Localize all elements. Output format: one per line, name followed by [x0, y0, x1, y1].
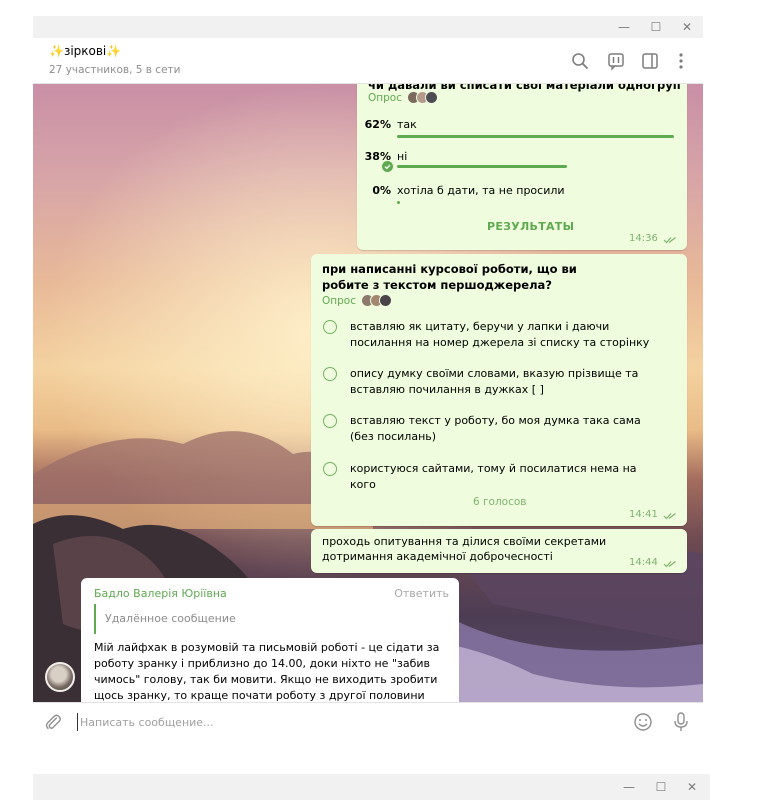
reply-button[interactable]: Ответить — [394, 587, 449, 600]
chat-header: ✨зіркові✨ 27 участников, 5 в сети — [33, 38, 703, 84]
poll-voter-avatars — [407, 91, 438, 104]
poll-option-text[interactable]: вставляю як цитату, беручи у лапки і даю… — [350, 319, 650, 351]
poll-option-text[interactable]: опису думку своїми словами, вказую прізв… — [350, 366, 650, 398]
quoted-text: Удалённое сообщение — [105, 612, 236, 625]
poll-bubble-2: при написанні курсової роботи, що ви роб… — [311, 254, 687, 526]
search-icon[interactable] — [570, 51, 590, 71]
sender-avatar[interactable] — [45, 662, 75, 692]
poll-option-radio[interactable] — [323, 367, 337, 381]
poll-option-text[interactable]: користуюся сайтами, тому й посилатися не… — [350, 461, 650, 493]
poll-voter-avatars — [361, 294, 392, 307]
chat-title[interactable]: ✨зіркові✨ — [49, 44, 121, 58]
attach-icon[interactable] — [43, 712, 63, 732]
poll-bubble-1: чи давали ви списати свої матеріали одно… — [357, 84, 687, 250]
close-button[interactable]: ✕ — [676, 16, 698, 38]
message-time: 14:44 — [629, 557, 658, 568]
poll-option-radio[interactable] — [323, 320, 337, 334]
emoji-icon[interactable] — [633, 712, 653, 732]
close-button[interactable]: ✕ — [681, 776, 703, 798]
voter-avatar — [379, 294, 392, 307]
poll-option-text: ні — [397, 150, 408, 163]
voter-avatar — [425, 91, 438, 104]
poll-question: при написанні курсової роботи, що ви роб… — [322, 262, 577, 292]
maximize-button[interactable]: ☐ — [645, 16, 667, 38]
incoming-message-bubble: Бадло Валерія Юріївна Ответить Удалённое… — [81, 578, 459, 702]
chosen-check-icon — [382, 161, 393, 172]
sender-name[interactable]: Бадло Валерія Юріївна — [94, 587, 227, 600]
chat-area: чи давали ви списати свої матеріали одно… — [33, 84, 703, 702]
message-composer — [33, 702, 703, 740]
poll-results-button[interactable]: РЕЗУЛЬТАТЫ — [487, 220, 574, 233]
minimize-button[interactable]: — — [618, 776, 640, 798]
quoted-message[interactable]: Удалённое сообщение — [94, 604, 394, 634]
poll-icon[interactable] — [606, 51, 626, 71]
poll-option-text: хотіла б дати, та не просили — [397, 184, 565, 197]
poll-option-bar — [397, 135, 674, 138]
message-time: 14:36 — [629, 233, 658, 244]
poll-option-percent: 0% — [372, 184, 391, 197]
read-checkmarks-icon — [663, 561, 676, 568]
second-window-titlebar: — ☐ ✕ — [33, 774, 710, 800]
poll-option-radio[interactable] — [323, 462, 337, 476]
poll-vote-count: 6 голосов — [473, 496, 527, 508]
microphone-icon[interactable] — [671, 711, 691, 733]
message-text: проходь опитування та ділися своїми секр… — [322, 535, 607, 563]
poll-type-label: Опрос — [322, 295, 356, 307]
chat-member-count: 27 участников, 5 в сети — [49, 64, 181, 76]
maximize-button[interactable]: ☐ — [650, 776, 672, 798]
poll-option-text: так — [397, 118, 417, 131]
sidebar-toggle-icon[interactable] — [640, 51, 660, 71]
poll-option-percent: 62% — [364, 118, 391, 131]
poll-type-label: Опрос — [368, 92, 402, 104]
text-message-bubble: проходь опитування та ділися своїми секр… — [311, 529, 687, 573]
message-text: Мій лайфхак в розумовій та письмовій роб… — [94, 641, 440, 702]
window-titlebar: — ☐ ✕ — [33, 16, 703, 38]
more-icon[interactable] — [671, 51, 691, 71]
poll-option-bar — [397, 201, 400, 204]
poll-option-text[interactable]: вставляю текст у роботу, бо моя думка та… — [350, 413, 650, 445]
poll-option-radio[interactable] — [323, 414, 337, 428]
minimize-button[interactable]: — — [613, 16, 635, 38]
read-checkmarks-icon — [663, 513, 676, 520]
poll-option-bar — [397, 165, 567, 168]
message-time: 14:41 — [629, 509, 658, 520]
read-checkmarks-icon — [663, 237, 676, 244]
message-input[interactable] — [77, 713, 577, 731]
